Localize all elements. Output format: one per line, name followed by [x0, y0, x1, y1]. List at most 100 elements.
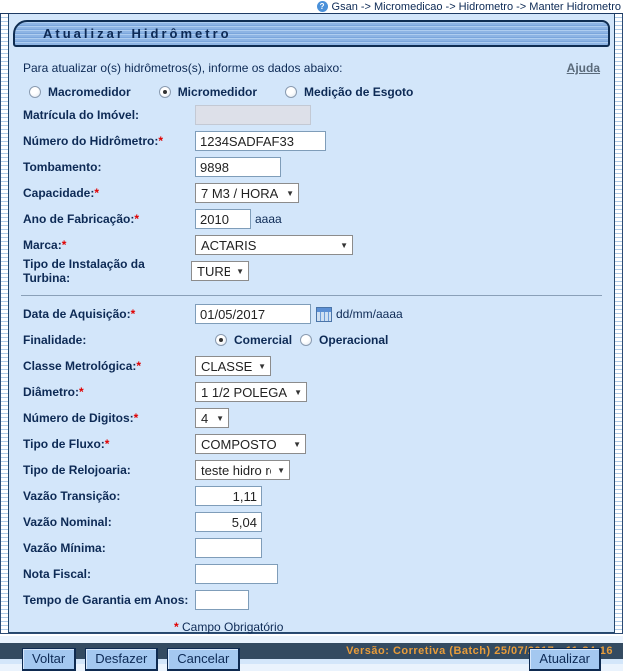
row-vazao-nominal: Vazão Nominal: — [9, 512, 614, 532]
radio-icon[interactable] — [285, 86, 297, 98]
radio-icon-checked[interactable] — [215, 334, 227, 346]
section-divider — [21, 295, 602, 296]
field-label: Matrícula do Imóvel: — [23, 108, 195, 122]
field-label: Tipo de Relojoaria: — [23, 463, 195, 477]
chevron-down-icon: ▼ — [216, 414, 224, 423]
field-label: Data de Aquisição:* — [23, 307, 195, 321]
chevron-down-icon: ▼ — [294, 388, 302, 397]
field-label: Finalidade: — [23, 333, 195, 347]
page-title: Atualizar Hidrômetro — [43, 26, 232, 41]
breadcrumb[interactable]: Gsan -> Micromedicao -> Hidrometro -> Ma… — [332, 1, 621, 13]
radio-icon[interactable] — [29, 86, 41, 98]
ano-fabricacao-input[interactable] — [195, 209, 251, 229]
row-tipo-fluxo: Tipo de Fluxo:* COMPOSTO ▼ — [9, 434, 614, 454]
row-tombamento: Tombamento: — [9, 157, 614, 177]
help-link[interactable]: Ajuda — [567, 61, 600, 75]
radio-label: Operacional — [319, 333, 388, 347]
chevron-down-icon: ▼ — [258, 362, 266, 371]
field-label: Diâmetro:* — [23, 385, 195, 399]
footer-spacer — [0, 634, 623, 643]
row-capacidade: Capacidade:* 7 M3 / HORA ▼ — [9, 183, 614, 203]
row-matricula: Matrícula do Imóvel: — [9, 105, 614, 125]
chevron-down-icon: ▼ — [286, 189, 294, 198]
meter-type-group: Macromedidor Micromedidor Medição de Esg… — [9, 85, 614, 99]
radio-operacional[interactable]: Operacional — [300, 333, 388, 347]
field-label: Vazão Nominal: — [23, 515, 195, 529]
intro-text: Para atualizar o(s) hidrômetros(s), info… — [23, 61, 342, 75]
row-turbina: Tipo de Instalação da Turbina: TURB1 ▼ — [9, 261, 614, 281]
desfazer-button[interactable]: Desfazer — [85, 648, 158, 671]
radio-label: Micromedidor — [178, 85, 257, 99]
marca-select[interactable]: ACTARIS ▼ — [195, 235, 353, 255]
field-label: Vazão Transição: — [23, 489, 195, 503]
field-label: Capacidade:* — [23, 186, 195, 200]
field-label: Tempo de Garantia em Anos: — [23, 593, 195, 607]
selected-value: 7 M3 / HORA — [201, 186, 278, 201]
field-label: Ano de Fabricação:* — [23, 212, 195, 226]
radio-label: Medição de Esgoto — [304, 85, 413, 99]
voltar-button[interactable]: Voltar — [22, 648, 76, 671]
selected-value: teste hidro relo — [201, 463, 271, 478]
nota-fiscal-input[interactable] — [195, 564, 278, 584]
selected-value: ACTARIS — [201, 238, 256, 253]
field-label: Classe Metrológica:* — [23, 359, 195, 373]
field-label: Marca:* — [23, 238, 195, 252]
chevron-down-icon: ▼ — [236, 267, 244, 276]
row-ano-fabricacao: Ano de Fabricação:* aaaa — [9, 209, 614, 229]
data-aquisicao-input[interactable] — [195, 304, 311, 324]
selected-value: 1 1/2 POLEGADA — [201, 385, 288, 400]
tombamento-input[interactable] — [195, 157, 281, 177]
turbina-select[interactable]: TURB1 ▼ — [191, 261, 249, 281]
row-finalidade: Finalidade: Comercial Operacional — [9, 330, 614, 350]
classe-metrologica-select[interactable]: CLASSE B ▼ — [195, 356, 271, 376]
chevron-down-icon: ▼ — [293, 440, 301, 449]
numero-digitos-select[interactable]: 4 ▼ — [195, 408, 229, 428]
format-hint: dd/mm/aaaa — [336, 307, 403, 321]
calendar-icon[interactable] — [316, 307, 332, 322]
radio-comercial[interactable]: Comercial — [215, 333, 292, 347]
capacidade-select[interactable]: 7 M3 / HORA ▼ — [195, 183, 299, 203]
vazao-minima-input[interactable] — [195, 538, 262, 558]
radio-macromedidor[interactable]: Macromedidor — [29, 85, 131, 99]
help-icon: ? — [317, 1, 328, 12]
selected-value: TURB1 — [197, 264, 230, 279]
page-frame: Atualizar Hidrômetro Para atualizar o(s)… — [0, 14, 623, 634]
row-marca: Marca:* ACTARIS ▼ — [9, 235, 614, 255]
radio-icon-checked[interactable] — [159, 86, 171, 98]
field-label: Número do Hidrômetro:* — [23, 134, 195, 148]
row-tempo-garantia: Tempo de Garantia em Anos: — [9, 590, 614, 610]
tipo-fluxo-select[interactable]: COMPOSTO ▼ — [195, 434, 306, 454]
breadcrumb-bar: ? Gsan -> Micromedicao -> Hidrometro -> … — [0, 0, 623, 14]
field-label: Número de Digitos:* — [23, 411, 195, 425]
radio-medicao-esgoto[interactable]: Medição de Esgoto — [285, 85, 413, 99]
diametro-select[interactable]: 1 1/2 POLEGADA ▼ — [195, 382, 307, 402]
page-title-bar: Atualizar Hidrômetro — [13, 20, 610, 47]
tipo-relojoaria-select[interactable]: teste hidro relo ▼ — [195, 460, 290, 480]
row-data-aquisicao: Data de Aquisição:* dd/mm/aaaa — [9, 304, 614, 324]
row-classe-metrologica: Classe Metrológica:* CLASSE B ▼ — [9, 356, 614, 376]
radio-icon[interactable] — [300, 334, 312, 346]
chevron-down-icon: ▼ — [340, 241, 348, 250]
row-nota-fiscal: Nota Fiscal: — [9, 564, 614, 584]
tempo-garantia-input[interactable] — [195, 590, 249, 610]
field-label: Tipo de Instalação da Turbina: — [23, 257, 191, 285]
row-numero-hidrometro: Número do Hidrômetro:* — [9, 131, 614, 151]
row-tipo-relojoaria: Tipo de Relojoaria: teste hidro relo ▼ — [9, 460, 614, 480]
selected-value: 4 — [201, 411, 208, 426]
selected-value: CLASSE B — [201, 359, 252, 374]
radio-micromedidor[interactable]: Micromedidor — [159, 85, 257, 99]
numero-hidrometro-input[interactable] — [195, 131, 326, 151]
form-panel: Atualizar Hidrômetro Para atualizar o(s)… — [8, 14, 615, 633]
atualizar-button[interactable]: Atualizar — [529, 648, 601, 671]
format-hint: aaaa — [255, 212, 282, 226]
field-label: Vazão Mínima: — [23, 541, 195, 555]
row-numero-digitos: Número de Digitos:* 4 ▼ — [9, 408, 614, 428]
selected-value: COMPOSTO — [201, 437, 277, 452]
field-label: Nota Fiscal: — [23, 567, 195, 581]
cancelar-button[interactable]: Cancelar — [167, 648, 240, 671]
vazao-transicao-input[interactable] — [195, 486, 262, 506]
row-vazao-minima: Vazão Mínima: — [9, 538, 614, 558]
chevron-down-icon: ▼ — [277, 466, 285, 475]
vazao-nominal-input[interactable] — [195, 512, 262, 532]
row-diametro: Diâmetro:* 1 1/2 POLEGADA ▼ — [9, 382, 614, 402]
